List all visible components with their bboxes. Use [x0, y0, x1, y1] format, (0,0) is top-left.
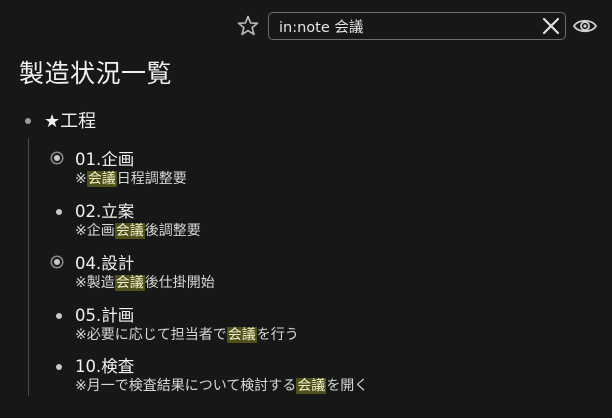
outline-item-title[interactable]: 05.計画	[75, 302, 134, 326]
outline-item: 01.企画 ※会議日程調整要	[54, 150, 594, 198]
search-match-highlight: 会議	[296, 378, 327, 394]
star-outline-icon[interactable]	[236, 14, 260, 38]
search-match-highlight: 会議	[114, 223, 145, 239]
outline-item: 04.設計 ※製造会議後仕掛開始	[54, 254, 594, 302]
bullet-icon[interactable]	[25, 118, 31, 124]
page-title: 製造状況一覧	[19, 59, 173, 88]
outline-item-title[interactable]: 10.検査	[75, 353, 134, 377]
note-text: を行う	[256, 327, 299, 343]
note-text: 日程調整要	[116, 171, 187, 187]
note-text: ※必要に応じて担当者で	[75, 327, 227, 343]
note-text: ※月一で検査結果について検討する	[75, 378, 297, 394]
collapsed-bullet-icon[interactable]	[54, 259, 60, 265]
bullet-icon[interactable]	[56, 209, 62, 215]
close-icon[interactable]	[541, 16, 561, 36]
outline-item-title[interactable]: 04.設計	[75, 250, 134, 274]
eye-icon[interactable]	[572, 15, 598, 37]
outline-item-note: ※企画会議後調整要	[75, 220, 201, 240]
collapsed-bullet-icon[interactable]	[54, 155, 60, 161]
outline-item-title[interactable]: 01.企画	[75, 146, 134, 170]
outline-guide-line	[28, 138, 29, 396]
note-text: ※	[75, 171, 87, 187]
bullet-icon[interactable]	[56, 313, 62, 319]
note-text: 後仕掛開始	[144, 275, 215, 291]
outline-root-label[interactable]: ★工程	[44, 107, 96, 133]
bullet-icon[interactable]	[56, 364, 62, 370]
search-box	[268, 12, 566, 40]
outline-item-note: ※製造会議後仕掛開始	[75, 272, 215, 292]
outline-item-note: ※月一で検査結果について検討する会議を開く	[75, 375, 368, 395]
outline-item: 10.検査 ※月一で検査結果について検討する会議を開く	[54, 357, 594, 405]
outline-item-title[interactable]: 02.立案	[75, 198, 134, 222]
outline-item: 02.立案 ※企画会議後調整要	[54, 202, 594, 250]
note-text: ※企画	[75, 223, 115, 239]
outline-item: 05.計画 ※必要に応じて担当者で会議を行う	[54, 306, 594, 354]
outline-item-note: ※会議日程調整要	[75, 168, 187, 188]
search-match-highlight: 会議	[86, 171, 117, 187]
top-bar	[0, 12, 612, 42]
search-match-highlight: 会議	[226, 327, 257, 343]
outline-item-note: ※必要に応じて担当者で会議を行う	[75, 324, 299, 344]
search-input[interactable]	[279, 16, 529, 36]
note-text: ※製造	[75, 275, 115, 291]
note-text: 後調整要	[144, 223, 201, 239]
search-match-highlight: 会議	[114, 275, 145, 291]
note-text: を開く	[326, 378, 369, 394]
